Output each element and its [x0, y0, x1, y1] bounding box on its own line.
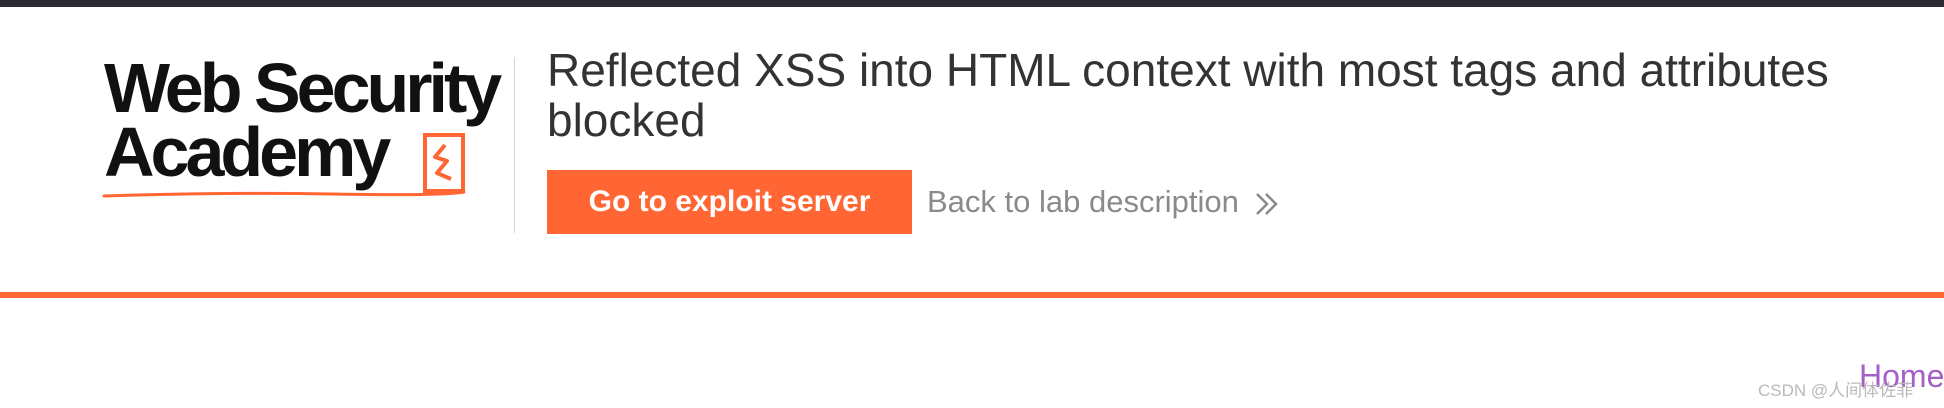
double-chevron-right-icon	[1256, 192, 1278, 215]
logo-underline-stroke	[102, 190, 466, 198]
back-to-lab-description-link[interactable]: Back to lab description	[927, 170, 1281, 234]
logo-text-academy: Academy	[104, 113, 391, 191]
go-to-exploit-server-button[interactable]: Go to exploit server	[547, 170, 912, 234]
lab-title: Reflected XSS into HTML context with mos…	[547, 44, 1829, 146]
lab-header: Web Security Academy Reflected XSS into …	[0, 7, 1944, 293]
header-divider	[514, 57, 515, 233]
header-orange-rule	[0, 292, 1944, 298]
csdn-watermark: CSDN @人间体佐菲	[1758, 381, 1914, 400]
top-dark-bar	[0, 0, 1944, 7]
back-link-label: Back to lab description	[927, 184, 1239, 219]
academy-logo[interactable]: Web Security Academy	[102, 53, 514, 203]
